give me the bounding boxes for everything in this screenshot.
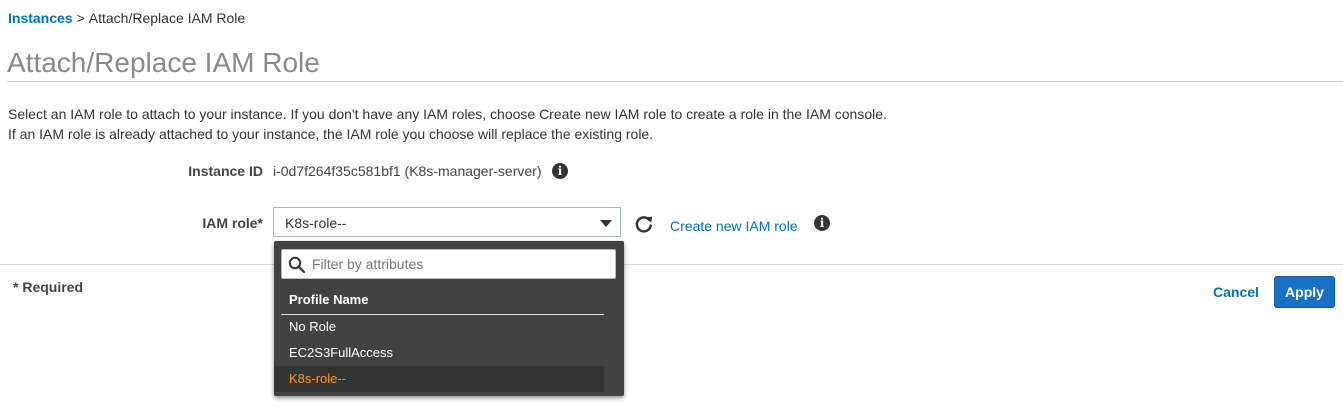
breadcrumb: Instances > Attach/Replace IAM Role [8,10,245,26]
iam-role-selected-value: K8s-role-- [285,215,347,231]
apply-button[interactable]: Apply [1274,276,1335,308]
footer-divider [0,264,1343,265]
search-icon [288,256,306,274]
description-line-2: If an IAM role is already attached to yo… [8,126,654,142]
iam-role-select[interactable]: K8s-role-- [273,207,621,237]
breadcrumb-separator: > [76,10,85,26]
option-k8s-role[interactable]: K8s-role-- [274,366,604,392]
chevron-down-icon [600,220,612,227]
instance-id-value: i-0d7f264f35c581bf1 (K8s-manager-server) [273,163,542,179]
title-divider [7,81,1343,82]
instance-id-label: Instance ID [188,163,263,179]
description-line-1: Select an IAM role to attach to your ins… [8,106,887,122]
cancel-button[interactable]: Cancel [1213,284,1259,300]
create-iam-role-link[interactable]: Create new IAM role [670,218,798,234]
option-no-role[interactable]: No Role [274,314,604,340]
instance-info-icon[interactable]: i [552,163,568,179]
breadcrumb-instances-link[interactable]: Instances [8,10,73,26]
breadcrumb-current: Attach/Replace IAM Role [88,10,246,26]
filter-field [281,249,616,279]
profile-name-column-header: Profile Name [289,292,369,307]
refresh-icon[interactable] [634,214,654,234]
filter-input[interactable] [312,254,607,274]
iam-role-info-icon[interactable]: i [814,215,830,231]
iam-role-label: IAM role* [202,215,263,231]
iam-role-dropdown: Profile Name No Role EC2S3FullAccess K8s… [274,241,624,396]
page-description: Select an IAM role to attach to your ins… [8,104,887,144]
option-ec2s3fullaccess[interactable]: EC2S3FullAccess [274,340,604,366]
required-note: * Required [13,279,84,295]
page-title: Attach/Replace IAM Role [7,47,320,78]
